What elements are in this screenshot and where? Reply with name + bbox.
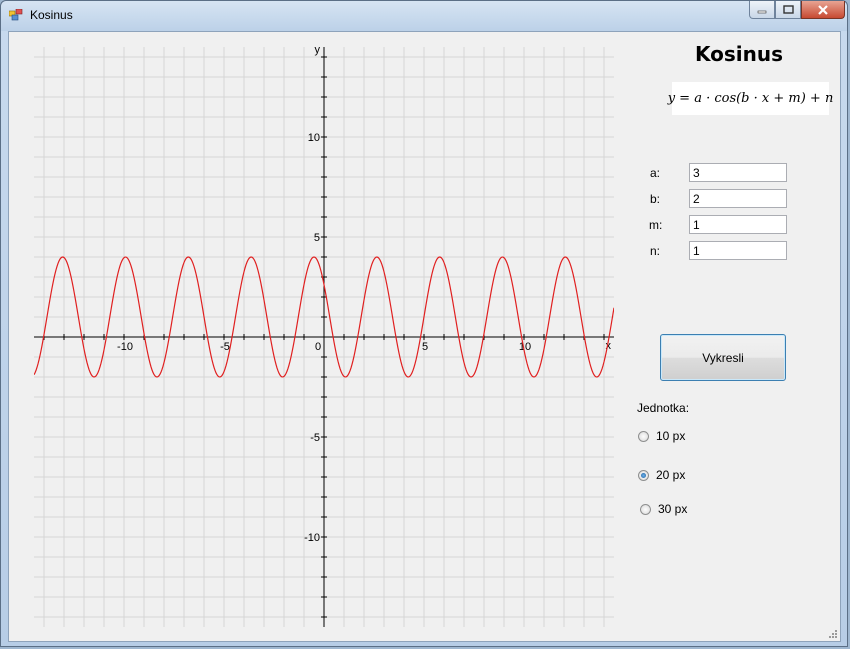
param-input-n[interactable] (689, 241, 787, 260)
y-tick-label: 5 (314, 232, 320, 244)
x-tick-label: -10 (117, 341, 133, 353)
form-heading: Kosinus (694, 42, 784, 66)
param-label-b: b: (650, 192, 661, 206)
unit-radio-label: 30 px (658, 502, 688, 516)
maximize-button[interactable] (775, 1, 801, 19)
graph-canvas: -10 -5 0 5 10105-5-10xy (34, 47, 614, 627)
x-tick-label: -5 (220, 341, 230, 353)
app-window: Kosinus -10 -5 0 5 10 10 5 -5 -10 x y Kosinus y = … (0, 0, 848, 647)
unit-radio-label: 20 px (656, 468, 686, 482)
minimize-button[interactable] (749, 1, 775, 19)
y-tick-label: -5 (310, 432, 320, 444)
param-label-a: a: (650, 166, 661, 180)
unit-radio-20px[interactable]: 20 px (638, 468, 685, 482)
window-title: Kosinus (30, 8, 73, 22)
minimize-icon (757, 10, 767, 13)
formula-image: y = a · cos(b · x + m) + n (668, 82, 833, 115)
close-icon (818, 4, 828, 15)
x-tick-label: 5 (422, 341, 428, 353)
client-area: -10 -5 0 5 10 10 5 -5 -10 x y Kosinus y = a · cos(… (8, 31, 841, 642)
unit-radio-30px[interactable]: 30 px (640, 502, 687, 516)
close-button[interactable] (801, 1, 845, 19)
unit-label: Jednotka: (637, 401, 690, 415)
y-tick-label: 10 (308, 132, 320, 144)
param-input-a[interactable] (689, 163, 787, 182)
param-input-m[interactable] (689, 215, 787, 234)
x-tick-label: 0 (315, 341, 321, 353)
x-tick-label: 10 (519, 341, 531, 353)
radio-indicator (638, 430, 649, 442)
radio-indicator (640, 503, 651, 515)
y-axis-label: y (315, 47, 321, 56)
unit-radio-10px[interactable]: 10 px (638, 429, 685, 443)
radio-indicator-selected (638, 469, 649, 481)
param-label-n: n: (650, 244, 661, 258)
maximize-icon (782, 5, 794, 14)
y-tick-label: -10 (304, 532, 320, 544)
param-label-m: m: (649, 218, 663, 232)
param-input-b[interactable] (689, 189, 787, 208)
draw-button[interactable]: Vykresli (660, 334, 786, 381)
resize-grip-icon[interactable] (828, 629, 838, 639)
app-icon (9, 9, 23, 21)
unit-radio-label: 10 px (656, 429, 686, 443)
title-bar[interactable]: Kosinus (1, 1, 847, 31)
